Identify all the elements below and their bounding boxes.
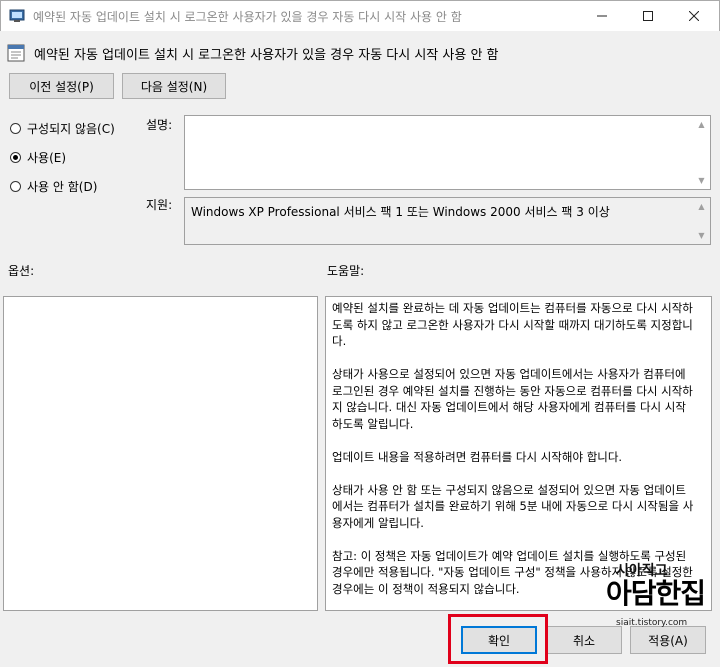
radio-label: 사용(E) xyxy=(27,151,67,165)
previous-setting-button[interactable]: 이전 설정(P) xyxy=(9,73,114,99)
watermark-url: siait.tistory.com xyxy=(616,618,688,628)
maximize-button[interactable] xyxy=(625,1,671,31)
policy-setting-icon xyxy=(7,44,25,62)
policy-title: 예약된 자동 업데이트 설치 시 로그온한 사용자가 있을 경우 자동 다시 시… xyxy=(34,48,499,63)
description-box[interactable]: ▲ ▼ xyxy=(184,115,711,190)
minimize-button[interactable] xyxy=(579,1,625,31)
help-label: 도움말: xyxy=(327,264,365,278)
description-scrollbar[interactable]: ▲ ▼ xyxy=(693,116,710,189)
help-paragraph: 예약된 설치를 완료하는 데 자동 업데이트는 컴퓨터를 자동으로 다시 시작하… xyxy=(332,301,693,348)
radio-not-configured[interactable]: 구성되지 않음(C) xyxy=(10,120,115,137)
watermark-logo: 아담한집 xyxy=(606,577,706,610)
close-button[interactable] xyxy=(671,1,717,31)
supported-label: 지원: xyxy=(146,198,173,212)
radio-circle xyxy=(10,181,21,192)
ok-button[interactable]: 확인 xyxy=(461,626,537,654)
app-icon xyxy=(9,9,25,22)
radio-enabled[interactable]: 사용(E) xyxy=(10,149,66,166)
radio-circle-selected xyxy=(10,152,21,163)
help-paragraph: 상태가 사용으로 설정되어 있으면 자동 업데이트에서는 사용자가 컴퓨터에 로… xyxy=(332,367,693,431)
options-panel xyxy=(3,296,318,611)
radio-label: 구성되지 않음(C) xyxy=(27,122,115,136)
window-title: 예약된 자동 업데이트 설치 시 로그온한 사용자가 있을 경우 자동 다시 시… xyxy=(33,10,462,24)
scroll-up-icon[interactable]: ▲ xyxy=(693,116,710,133)
help-paragraph: 상태가 사용 안 함 또는 구성되지 않음으로 설정되어 있으면 자동 업데이트… xyxy=(332,482,694,530)
options-label: 옵션: xyxy=(8,264,35,278)
close-icon xyxy=(689,11,699,21)
help-paragraph: 업데이트 내용을 적용하려면 컴퓨터를 다시 시작해야 합니다. xyxy=(332,449,623,464)
scroll-down-icon[interactable]: ▼ xyxy=(693,227,710,244)
scroll-up-icon[interactable]: ▲ xyxy=(693,198,710,215)
description-label: 설명: xyxy=(146,118,173,132)
supported-text: Windows XP Professional 서비스 팩 1 또는 Windo… xyxy=(191,205,610,219)
watermark: 시아직고 아담한집 siait.tistory.com xyxy=(598,548,708,638)
radio-disabled[interactable]: 사용 안 함(D) xyxy=(10,178,97,195)
supported-scrollbar[interactable]: ▲ ▼ xyxy=(693,198,710,244)
scroll-down-icon[interactable]: ▼ xyxy=(693,172,710,189)
maximize-icon xyxy=(643,11,653,21)
next-setting-button[interactable]: 다음 설정(N) xyxy=(122,73,226,99)
minimize-icon xyxy=(597,15,607,17)
radio-circle xyxy=(10,123,21,134)
supported-box: Windows XP Professional 서비스 팩 1 또는 Windo… xyxy=(184,197,711,245)
radio-label: 사용 안 함(D) xyxy=(27,180,98,194)
window-titlebar: 예약된 자동 업데이트 설치 시 로그온한 사용자가 있을 경우 자동 다시 시… xyxy=(0,0,720,31)
